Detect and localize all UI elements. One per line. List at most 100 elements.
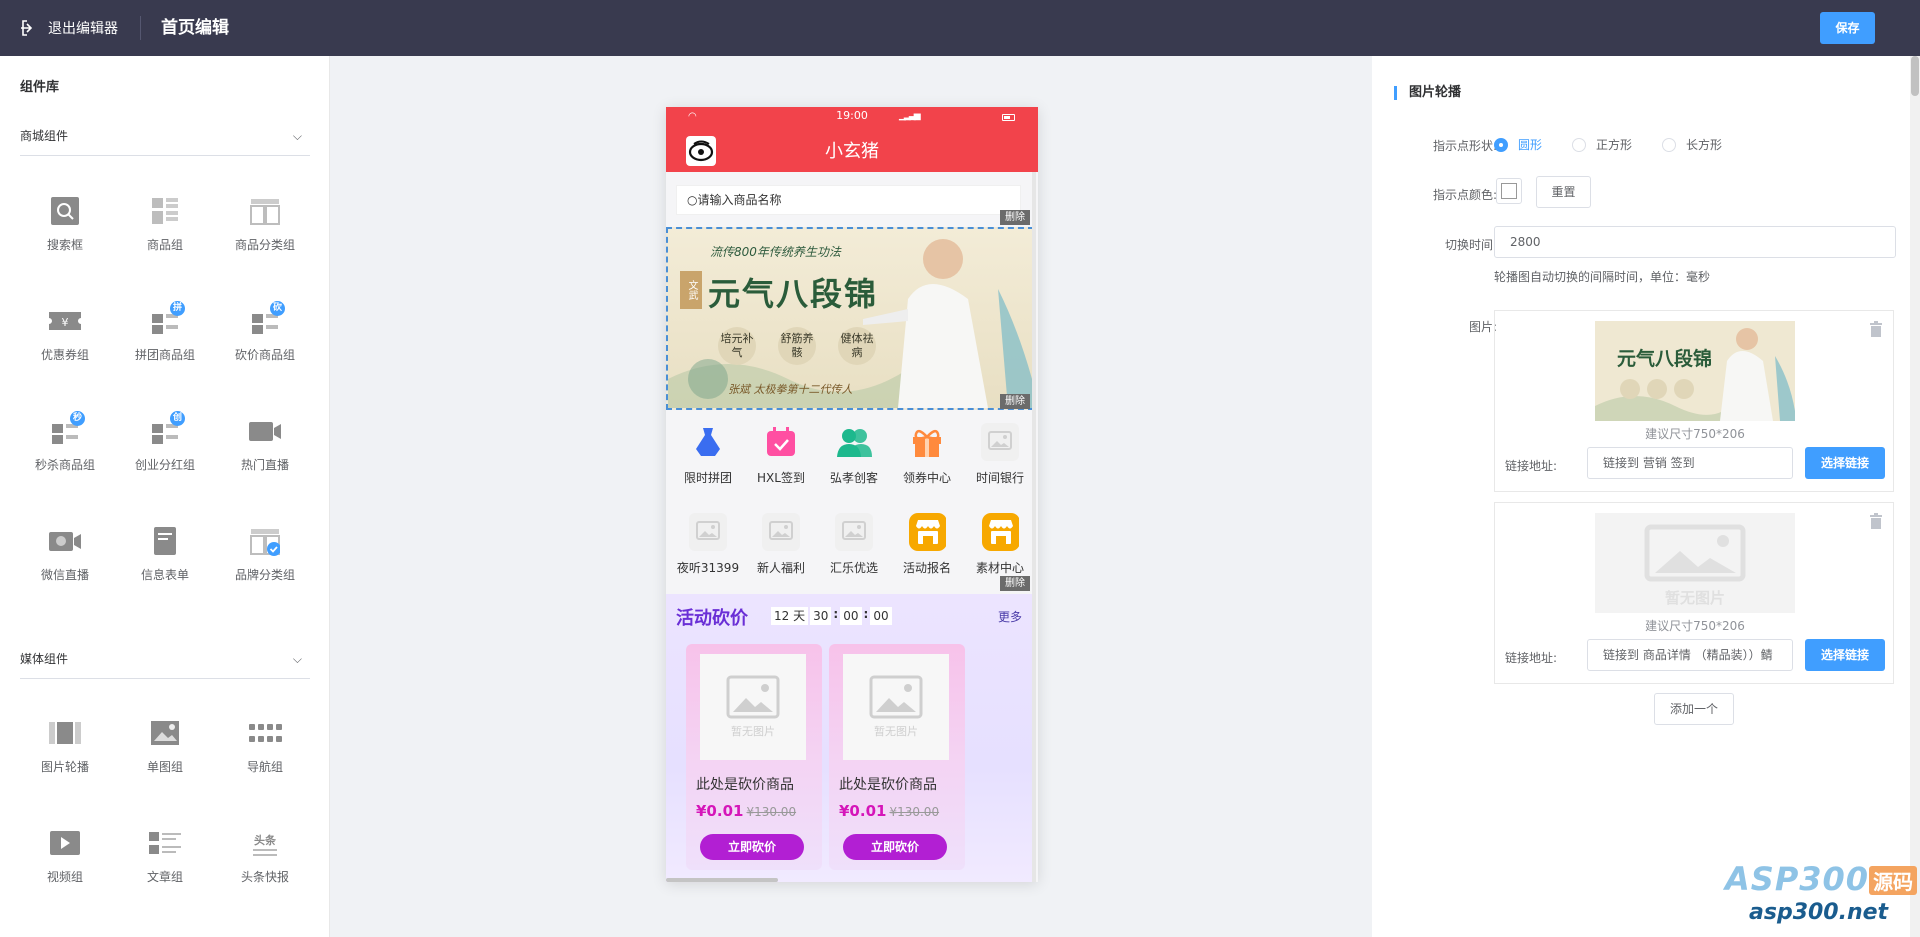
comp-bargain-group[interactable]: 砍 砍价商品组 <box>215 301 315 396</box>
comp-category-group[interactable]: 商品分类组 <box>215 196 315 286</box>
countdown-sep: : <box>833 607 839 621</box>
interval-label: 切换时间: <box>1444 238 1497 252</box>
phone-search-bar[interactable]: ○请输入商品名称 <box>676 185 1021 215</box>
divider <box>140 16 141 40</box>
day-unit: 天 <box>793 609 806 623</box>
comp-article[interactable]: 文章组 <box>115 828 215 918</box>
delete-tag[interactable]: 删除 <box>1000 210 1030 225</box>
nav-item[interactable]: 汇乐优选 <box>819 513 889 583</box>
comp-goods-group[interactable]: 商品组 <box>115 196 215 286</box>
radio-square[interactable]: 正方形 <box>1572 136 1632 153</box>
choose-link-button[interactable]: 选择链接 <box>1805 447 1885 479</box>
reset-button[interactable]: 重置 <box>1536 176 1591 208</box>
radio-dot <box>1494 137 1508 152</box>
comp-coupon-group[interactable]: ¥ 优惠券组 <box>15 306 115 396</box>
save-button[interactable]: 保存 <box>1820 12 1875 44</box>
phone-horizontal-scrollbar[interactable] <box>666 878 778 882</box>
brand-category-icon <box>250 526 281 556</box>
nav-item[interactable]: 时间银行 <box>965 423 1035 493</box>
image-placeholder-icon: 暂无图片 <box>726 675 780 738</box>
video-icon <box>50 828 80 858</box>
more-link[interactable]: 更多 <box>998 608 1022 625</box>
bargain-now-button[interactable]: 立即砍价 <box>843 834 947 860</box>
banner-badge: 培元补气 <box>718 327 756 365</box>
page-scrollbar[interactable] <box>1910 56 1920 937</box>
badge: 创 <box>170 411 185 426</box>
comp-carousel[interactable]: 图片轮播 <box>15 718 115 808</box>
product-image-placeholder: 暂无图片 <box>843 654 949 760</box>
comp-info-form[interactable]: 信息表单 <box>115 526 215 616</box>
dividend-icon: 创 <box>150 411 185 446</box>
nav-item[interactable]: 活动报名 <box>892 513 962 583</box>
comp-flash-sale[interactable]: 秒 秒杀商品组 <box>15 411 115 506</box>
dot-color-label: 指示点颜色: <box>1432 188 1497 202</box>
bargain-product-card[interactable]: 暂无图片 此处是砍价商品 ¥0.01 ¥130.00 立即砍价 <box>686 644 822 870</box>
comp-dividend[interactable]: 创 创业分红组 <box>115 411 215 506</box>
bargain-product-card[interactable]: 暂无图片 此处是砍价商品 ¥0.01 ¥130.00 立即砍价 <box>829 644 965 870</box>
radio-rectangle[interactable]: 长方形 <box>1662 136 1722 153</box>
section-title: 图片轮播 <box>1394 86 1461 100</box>
comp-wechat-live[interactable]: 微信直播 <box>15 526 115 616</box>
exit-editor-button[interactable]: 退出编辑器 <box>20 16 118 40</box>
phone-scrollbar[interactable] <box>1032 172 1036 882</box>
nav-item[interactable]: 弘孝创客 <box>819 423 889 493</box>
comp-headline[interactable]: 头条 头条快报 <box>215 828 315 918</box>
comp-single-image[interactable]: 单图组 <box>115 718 215 808</box>
comp-video[interactable]: 视频组 <box>15 828 115 918</box>
countdown: 12 天 30 : 00 : 00 <box>771 607 892 625</box>
comp-label: 商品分类组 <box>234 238 295 252</box>
image-placeholder-icon <box>835 513 873 551</box>
interval-input[interactable]: 2800 <box>1494 226 1896 258</box>
bargain-now-button[interactable]: 立即砍价 <box>700 834 804 860</box>
banner-thumbnail: 元气八段锦 <box>1595 321 1795 421</box>
library-title: 组件库 <box>20 80 60 95</box>
group-mall-components[interactable]: 商城组件 ⌵ <box>20 116 310 156</box>
trash-icon[interactable] <box>1869 513 1883 529</box>
exit-editor-label: 退出编辑器 <box>48 21 118 37</box>
delete-tag[interactable]: 删除 <box>1000 394 1030 409</box>
watermark-brand: ASP300 <box>1725 860 1870 898</box>
image-placeholder[interactable]: 暂无图片 <box>1595 513 1795 613</box>
signal-icon: ▁▂▃▅ <box>899 111 921 121</box>
color-picker[interactable] <box>1496 178 1522 204</box>
price-value: ¥0.01 <box>839 802 887 820</box>
image-thumbnail[interactable]: 元气八段锦 <box>1595 321 1795 421</box>
carousel-banner[interactable]: 流传800年传统养生功法 文武 元气八段锦 培元补气 舒筋养骸 健体祛病 张斌 … <box>666 227 1034 410</box>
comp-hot-live[interactable]: 热门直播 <box>215 416 315 506</box>
link-input[interactable]: 链接到 商品详情 （精品装））鲭 <box>1587 639 1793 671</box>
vase-icon <box>689 423 727 461</box>
nav-item[interactable]: 限时拼团 <box>673 423 743 493</box>
status-time: 19:00 <box>836 109 868 122</box>
top-bar: 退出编辑器 首页编辑 保存 <box>0 0 1920 56</box>
delete-tag[interactable]: 删除 <box>1000 576 1030 591</box>
nav-item[interactable]: 素材中心 <box>965 513 1035 583</box>
comp-label: 图片轮播 <box>40 760 89 774</box>
banner-top-line: 流传800年传统养生功法 <box>710 245 841 259</box>
nav-item[interactable]: HXL签到 <box>746 423 816 493</box>
link-input[interactable]: 链接到 营销 签到 <box>1587 447 1793 479</box>
category-grid-icon <box>250 196 280 226</box>
nav-item[interactable]: 领券中心 <box>892 423 962 493</box>
add-image-button[interactable]: 添加一个 <box>1654 693 1734 725</box>
comp-label: 品牌分类组 <box>234 568 295 582</box>
nav-item[interactable]: 新人福利 <box>746 513 816 583</box>
image-placeholder-icon <box>762 513 800 551</box>
trash-icon[interactable] <box>1869 321 1883 337</box>
component-library: 组件库 商城组件 ⌵ 搜索框 商品组 商品分类组 ¥ 优惠券组 拼 拼团商品组 … <box>0 56 330 937</box>
live-camera-icon <box>249 416 281 446</box>
svg-text:头条: 头条 <box>254 833 277 847</box>
radio-dot <box>1572 137 1586 152</box>
radio-circle[interactable]: 圆形 <box>1494 136 1542 153</box>
storefront-icon <box>908 513 946 551</box>
page-scrollbar-thumb[interactable] <box>1911 56 1919 96</box>
comp-group-buy[interactable]: 拼 拼团商品组 <box>115 301 215 396</box>
comp-brand-category[interactable]: 品牌分类组 <box>215 526 315 616</box>
nav-item[interactable]: 夜听31399 <box>673 513 743 583</box>
comp-navigation[interactable]: 导航组 <box>215 718 315 808</box>
group-media-components[interactable]: 媒体组件 ⌵ <box>20 639 310 679</box>
comp-search-box[interactable]: 搜索框 <box>15 196 115 286</box>
search-icon <box>50 196 80 226</box>
settings-panel: 图片轮播 指示点形状: 圆形 正方形 长方形 指示点颜色: 重置 切换时间: 2… <box>1372 56 1910 937</box>
comp-label: 视频组 <box>46 870 83 884</box>
choose-link-button[interactable]: 选择链接 <box>1805 639 1885 671</box>
